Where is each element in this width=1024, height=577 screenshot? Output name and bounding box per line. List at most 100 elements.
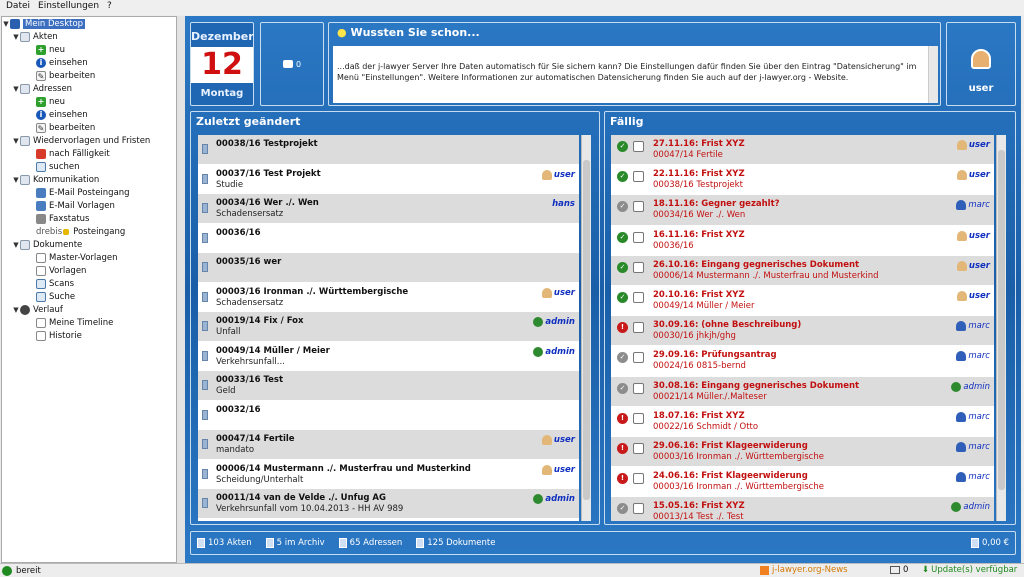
recent-row[interactable]: 00038/16 Testprojekt — [198, 135, 579, 165]
user-name: user — [968, 170, 990, 181]
scrollbar-thumb[interactable] — [998, 150, 1005, 490]
due-row[interactable]: ✓ 15.05.16: Frist XYZ 00013/14 Test ./. Te… — [611, 497, 994, 521]
tree-item-root[interactable]: ▼ Mein Desktop — [2, 17, 176, 30]
expand-icon[interactable]: ▼ — [12, 137, 20, 145]
due-row[interactable]: ✓ 26.10.16: Eingang gegnerisches Dokument… — [611, 255, 994, 286]
tree-item-vorlagen[interactable]: Vorlagen — [2, 264, 176, 277]
recent-row[interactable]: 00037/16 Test Projekt Studie user — [198, 165, 579, 194]
due-row[interactable]: ! 24.06.16: Frist Klageerwiderung 00003/16… — [611, 467, 994, 498]
due-row[interactable]: ✓ 22.11.16: Frist XYZ 00038/16 Testprojekt… — [611, 165, 994, 196]
scrollbar-thumb[interactable] — [583, 160, 590, 500]
expand-icon[interactable]: ▼ — [2, 20, 10, 28]
tree-item-drebis[interactable]: drebis Posteingang — [2, 225, 176, 238]
done-checkbox[interactable] — [633, 352, 644, 364]
expand-icon[interactable]: ▼ — [12, 33, 20, 41]
due-row[interactable]: ! 29.06.16: Frist Klageerwiderung 00003/16… — [611, 436, 994, 468]
user-widget[interactable]: user — [946, 22, 1016, 106]
mail-widget[interactable]: 0 — [260, 22, 324, 106]
due-row[interactable]: ✓ 20.10.16: Frist XYZ 00049/14 Müller / Me… — [611, 286, 994, 317]
done-checkbox[interactable] — [633, 322, 644, 334]
recent-row[interactable]: 00011/14 van de Velde ./. Unfug AG Verkeh… — [198, 489, 579, 519]
file-icon — [202, 291, 208, 302]
tip-scrollbar[interactable] — [928, 46, 938, 103]
tree-item-kommunikation[interactable]: ▼ Kommunikation — [2, 173, 176, 186]
menu-file[interactable]: Datei — [6, 1, 30, 14]
fax-icon — [36, 213, 46, 224]
recent-row[interactable]: 00003/16 Ironman ./. Württembergische Sch… — [198, 283, 579, 312]
recent-row-title: 00049/14 Müller / Meier — [216, 345, 330, 356]
tree-item-faxstatus[interactable]: Faxstatus — [2, 212, 176, 225]
menu-help[interactable]: ? — [107, 1, 112, 14]
due-scrollbar[interactable] — [996, 135, 1006, 521]
due-row-subtitle: 00006/14 Mustermann ./. Musterfrau und M… — [653, 270, 879, 281]
tree-item-wiedervorlagen[interactable]: ▼ Wiedervorlagen und Fristen — [2, 134, 176, 147]
recent-row[interactable]: 00019/14 Fix / Fox Unfall admin — [198, 312, 579, 342]
navigation-tree: ▼ Mein Desktop ▼ Akten + neu i einsehen ✎ bea… — [1, 16, 177, 563]
recent-row[interactable]: 00047/14 Fertile mandato user — [198, 430, 579, 460]
tree-item-timeline[interactable]: Meine Timeline — [2, 316, 176, 329]
tree-item-adressen-neu[interactable]: + neu — [2, 95, 176, 108]
recent-row[interactable]: 00035/16 wer — [198, 253, 579, 283]
tree-item-adressen-einsehen[interactable]: i einsehen — [2, 108, 176, 121]
due-row[interactable]: ✓ 30.08.16: Eingang gegnerisches Dokument… — [611, 376, 994, 407]
tree-item-historie[interactable]: Historie — [2, 329, 176, 342]
tree-item-akten[interactable]: ▼ Akten — [2, 30, 176, 43]
due-row[interactable]: ✓ 18.11.16: Gegner gezahlt? 00034/16 Wer .… — [611, 195, 994, 226]
recent-row-title: 00037/16 Test Projekt — [216, 168, 321, 179]
user-name: user — [968, 230, 990, 241]
tree-item-dokumente[interactable]: ▼ Dokumente — [2, 238, 176, 251]
tree-item-akten-neu[interactable]: + neu — [2, 43, 176, 56]
due-row[interactable]: ! 30.09.16: (ohne Beschreibung) 00030/16 j… — [611, 316, 994, 347]
recent-row[interactable]: 00036/16 — [198, 224, 579, 253]
expand-icon[interactable]: ▼ — [12, 176, 20, 184]
done-checkbox[interactable] — [633, 141, 644, 152]
update-link[interactable]: ⬇ Update(s) verfügbar — [922, 565, 1017, 575]
due-row-title: 30.08.16: Eingang gegnerisches Dokument — [653, 380, 860, 391]
expand-icon[interactable]: ▼ — [12, 306, 20, 314]
done-checkbox[interactable] — [633, 442, 644, 454]
due-row-user: marc — [956, 200, 990, 211]
due-row[interactable]: ✓ 27.11.16: Frist XYZ 00047/14 Fertile user — [611, 135, 994, 166]
due-row-subtitle: 00021/14 Müller./.Malteser — [653, 391, 767, 402]
tree-item-doc-suche[interactable]: Suche — [2, 290, 176, 303]
tree-item-adressen-bearbeiten[interactable]: ✎ bearbeiten — [2, 121, 176, 134]
recent-row[interactable]: 00033/16 Test Geld — [198, 371, 579, 401]
due-row[interactable]: ✓ 16.11.16: Frist XYZ 00036/16 user — [611, 226, 994, 256]
status-green-icon: ✓ — [617, 141, 628, 152]
menu-settings[interactable]: Einstellungen — [38, 1, 99, 14]
tree-item-verlauf[interactable]: ▼ Verlauf — [2, 303, 176, 316]
done-checkbox[interactable] — [633, 503, 644, 515]
tree-item-faelligkeit[interactable]: nach Fälligkeit — [2, 147, 176, 160]
tree-item-email-templates[interactable]: E-Mail Vorlagen — [2, 199, 176, 212]
tree-item-email-inbox[interactable]: E-Mail Posteingang — [2, 186, 176, 199]
user-name: user — [968, 83, 994, 94]
recent-row[interactable]: 00049/14 Müller / Meier Verkehrsunfall...… — [198, 342, 579, 371]
due-row-user: marc — [956, 351, 990, 362]
mail-status[interactable]: 0 — [890, 565, 908, 575]
due-row[interactable]: ! 18.07.16: Frist XYZ 00022/16 Schmidt / O… — [611, 407, 994, 437]
tree-item-akten-einsehen[interactable]: i einsehen — [2, 56, 176, 69]
news-link[interactable]: j-lawyer.org-News — [760, 565, 848, 575]
expand-icon[interactable]: ▼ — [12, 85, 20, 93]
split-pane-divider[interactable] — [177, 16, 185, 563]
done-checkbox[interactable] — [633, 473, 644, 485]
tree-item-scans[interactable]: Scans — [2, 277, 176, 290]
done-checkbox[interactable] — [633, 412, 644, 424]
recent-scrollbar[interactable] — [581, 135, 591, 521]
recent-row[interactable]: 00032/16 — [198, 401, 579, 430]
done-checkbox[interactable] — [633, 261, 644, 273]
tree-item-akten-bearbeiten[interactable]: ✎ bearbeiten — [2, 69, 176, 82]
due-row[interactable]: ✓ 29.09.16: Prüfungsantrag 00024/16 0815-b… — [611, 346, 994, 377]
tree-item-wv-suchen[interactable]: suchen — [2, 160, 176, 173]
done-checkbox[interactable] — [633, 382, 644, 394]
done-checkbox[interactable] — [633, 231, 644, 243]
recent-row[interactable]: 00006/14 Mustermann ./. Musterfrau und M… — [198, 460, 579, 489]
recent-row[interactable]: 00034/16 Wer ./. Wen Schadensersatz hans — [198, 194, 579, 224]
done-checkbox[interactable] — [633, 171, 644, 183]
tree-item-adressen[interactable]: ▼ Adressen — [2, 82, 176, 95]
tree-item-master-vorlagen[interactable]: Master-Vorlagen — [2, 251, 176, 264]
expand-icon[interactable]: ▼ — [12, 241, 20, 249]
done-checkbox[interactable] — [633, 291, 644, 303]
archive-icon — [265, 538, 274, 548]
done-checkbox[interactable] — [633, 201, 644, 213]
